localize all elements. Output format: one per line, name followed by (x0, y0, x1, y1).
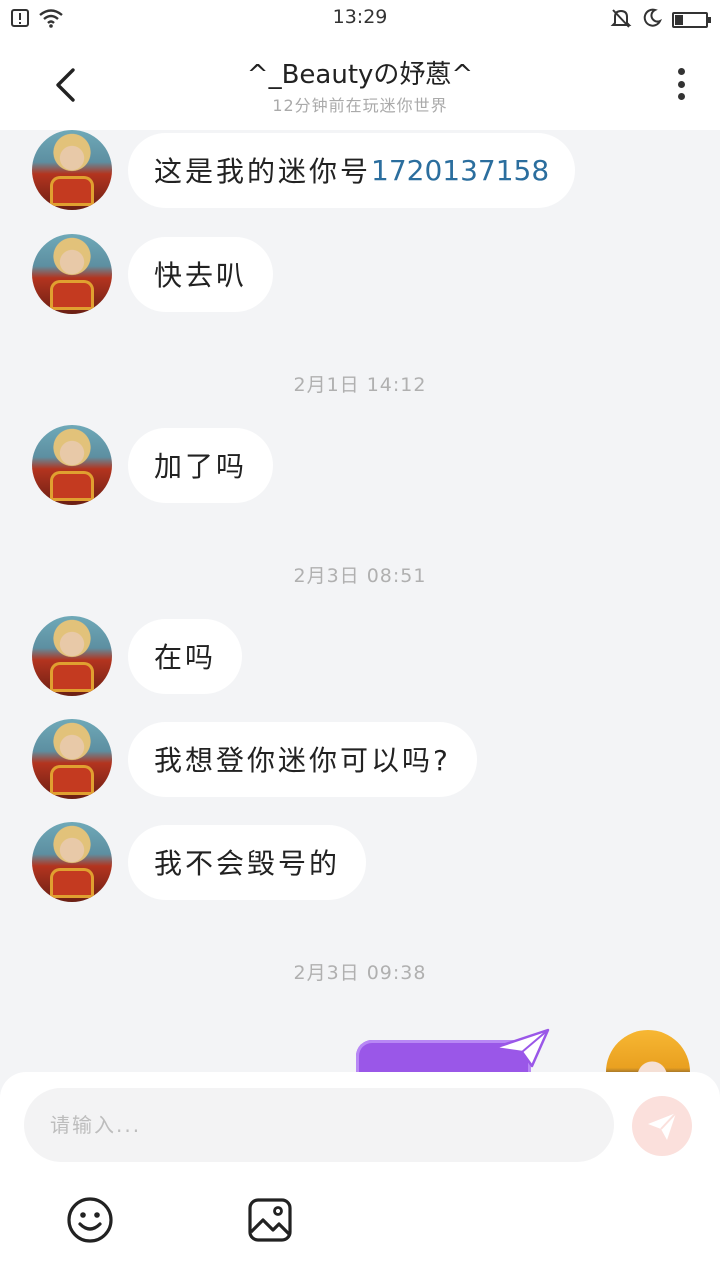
message-text: 快去叭 (154, 259, 248, 292)
contact-avatar[interactable] (32, 234, 112, 314)
send-button[interactable] (632, 1096, 692, 1156)
send-icon (648, 1112, 677, 1140)
contact-avatar[interactable] (32, 130, 112, 210)
message-list[interactable]: 这是我的迷你号 1720137158 快去叭 2月1日 14:12 加了吗 2月3… (0, 130, 720, 1072)
message-row: 我想登你迷你可以吗? (32, 719, 477, 799)
message-row: 我不会毁号的 (32, 822, 367, 902)
message-row: 快去叭 (32, 234, 274, 314)
input-panel (0, 1072, 720, 1280)
more-dot-icon (677, 68, 685, 75)
battery-icon (672, 12, 711, 28)
message-timestamp: 2月3日 09:38 (293, 962, 427, 984)
image-button[interactable] (246, 1196, 294, 1244)
contact-name: ^_Beautyの妤蒽^ (246, 60, 474, 90)
status-bar: 13:29 (0, 0, 720, 38)
contact-avatar[interactable] (32, 425, 112, 505)
contact-avatar[interactable] (32, 616, 112, 696)
back-button[interactable] (40, 60, 90, 110)
emoji-button[interactable] (66, 1196, 114, 1244)
message-bubble[interactable]: 我想登你迷你可以吗? (128, 721, 477, 797)
paper-plane-icon (492, 1028, 550, 1068)
message-timestamp: 2月1日 14:12 (293, 374, 427, 396)
contact-avatar[interactable] (32, 822, 112, 902)
message-bubble[interactable]: 这是我的迷你号 1720137158 (128, 132, 576, 208)
message-input-container[interactable] (24, 1088, 614, 1162)
chevron-left-icon (56, 68, 75, 102)
message-row: 这是我的迷你号 1720137158 (32, 130, 576, 210)
message-row: 加了吗 (32, 425, 274, 505)
message-text: 加了吗 (154, 450, 248, 483)
message-timestamp: 2月3日 08:51 (293, 565, 427, 587)
message-text: 在吗 (154, 641, 217, 674)
message-bubble[interactable]: 加了吗 (128, 427, 274, 503)
message-bubble[interactable]: 我不会毁号的 (128, 824, 367, 900)
message-row: 在吗 (32, 616, 243, 696)
moon-icon (642, 8, 663, 32)
contact-status: 12分钟前在玩迷你世界 (272, 96, 448, 115)
more-options-button[interactable] (668, 62, 694, 106)
contact-avatar[interactable] (32, 719, 112, 799)
more-dot-icon (677, 80, 685, 88)
message-input[interactable] (48, 1112, 614, 1138)
chat-header: ^_Beautyの妤蒽^ 12分钟前在玩迷你世界 (0, 38, 720, 130)
mute-bell-icon (610, 7, 632, 33)
phone-number-link[interactable]: 1720137158 (371, 154, 549, 187)
message-bubble[interactable]: 快去叭 (128, 236, 274, 312)
smiley-icon (67, 1197, 113, 1243)
message-text: 我想登你迷你可以吗? (154, 744, 451, 777)
message-text: 这是我的迷你号 (154, 155, 372, 188)
message-bubble[interactable]: 在吗 (128, 618, 243, 694)
image-icon (248, 1198, 292, 1242)
more-dot-icon (677, 93, 685, 100)
message-text: 我不会毁号的 (154, 847, 341, 880)
